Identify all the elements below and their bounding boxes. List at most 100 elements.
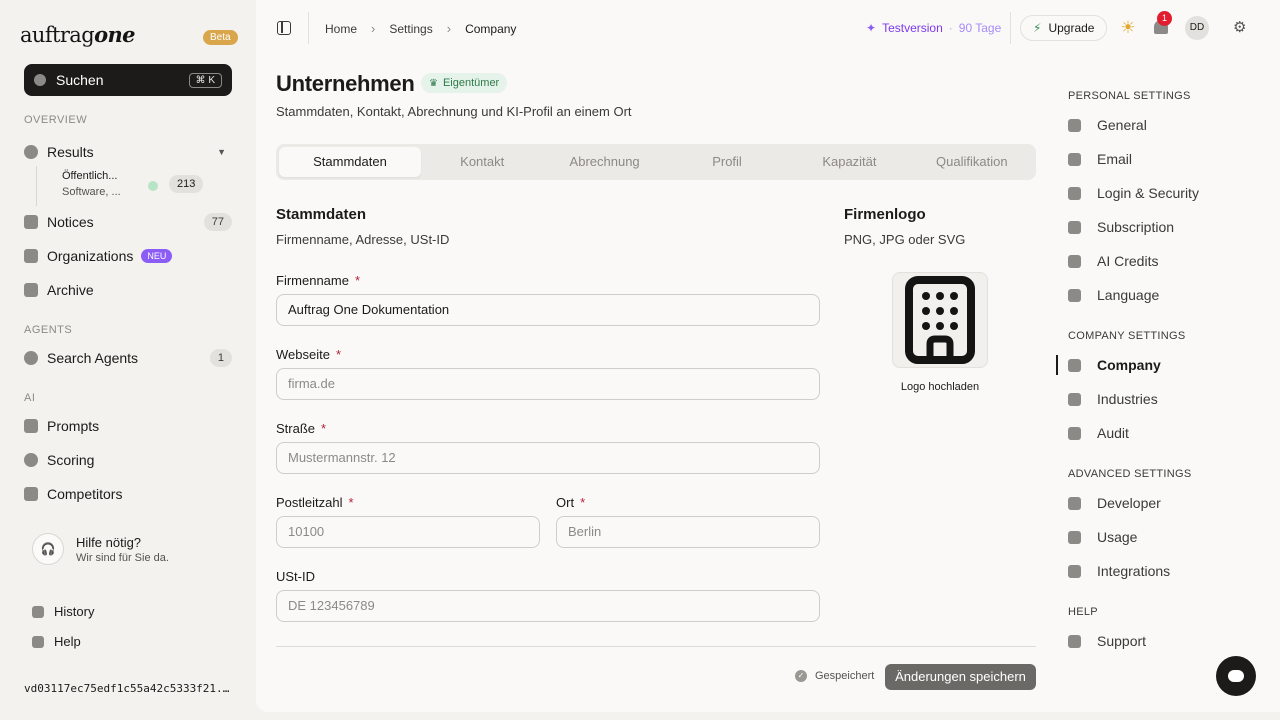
tab-kapazitaet[interactable]: Kapazität — [788, 147, 910, 177]
chat-button[interactable] — [1216, 656, 1256, 696]
trial-days: 90 Tage — [958, 21, 1002, 35]
sidebar-item-search-agents[interactable]: Search Agents 1 — [24, 345, 232, 371]
new-badge: NEU — [141, 249, 173, 263]
section-personal-settings: PERSONAL SETTINGS — [1068, 90, 1191, 102]
sidebar-subitem-result[interactable]: Öffentlich... Software, ... 213 — [36, 166, 232, 206]
tab-qualifikation[interactable]: Qualifikation — [911, 147, 1033, 177]
settings-item-audit[interactable]: Audit — [1068, 425, 1129, 441]
chip-icon — [24, 419, 38, 433]
sidebar-item-label: Archive — [47, 282, 94, 298]
subitem-subtitle: Software, ... — [62, 186, 121, 198]
company-name-label: Firmenname * — [276, 273, 361, 288]
city-label: Ort * — [556, 495, 586, 510]
lifebuoy-icon — [1068, 634, 1081, 648]
page-subtitle: Stammdaten, Kontakt, Abrechnung und KI-P… — [276, 104, 632, 119]
page-title: Unternehmen — [276, 71, 415, 96]
sidebar-item-label: Competitors — [47, 486, 123, 502]
tab-abrechnung[interactable]: Abrechnung — [543, 147, 665, 177]
breadcrumb-home[interactable]: Home — [325, 22, 357, 36]
street-input[interactable]: Mustermannstr. 12 — [276, 442, 820, 474]
trial-indicator[interactable]: ✦ Testversion · 90 Tage — [866, 21, 1001, 35]
tab-stammdaten[interactable]: Stammdaten — [279, 147, 421, 177]
gear-icon[interactable]: ⚙ — [1233, 19, 1246, 37]
active-indicator — [1056, 355, 1058, 375]
settings-item-general[interactable]: General — [1068, 117, 1147, 133]
divider — [276, 646, 1036, 647]
version-hash: vd03117ec75edf1c55a42c5333f21... — [24, 682, 234, 695]
sidebar-toggle-icon[interactable] — [277, 21, 291, 35]
topbar: Home › Settings › Company ✦ Testversion … — [256, 0, 1280, 56]
translate-icon — [1068, 288, 1081, 302]
beta-badge: Beta — [203, 30, 238, 45]
section-overview: OVERVIEW — [24, 114, 88, 126]
sun-icon[interactable]: ☀ — [1119, 19, 1137, 37]
sidebar-item-organizations[interactable]: Organizations NEU — [24, 243, 232, 269]
help-card[interactable]: 🎧 Hilfe nötig? Wir sind für Sie da. — [24, 526, 232, 572]
results-icon — [24, 145, 38, 159]
settings-item-ai-credits[interactable]: AI Credits — [1068, 253, 1158, 269]
settings-item-developer[interactable]: Developer — [1068, 495, 1161, 511]
settings-item-support[interactable]: Support — [1068, 633, 1146, 649]
crown-icon: ♛ — [429, 77, 438, 89]
tab-bar: Stammdaten Kontakt Abrechnung Profil Kap… — [276, 144, 1036, 180]
sidebar-item-competitors[interactable]: Competitors — [24, 481, 232, 507]
postal-input[interactable]: 10100 — [276, 516, 540, 548]
agent-icon — [24, 351, 38, 365]
chevron-down-icon[interactable]: ▼ — [217, 147, 226, 157]
user-icon — [1068, 118, 1081, 132]
building-icon — [905, 276, 975, 364]
main-panel: Home › Settings › Company ✦ Testversion … — [256, 0, 1280, 712]
sidebar-item-notices[interactable]: Notices 77 — [24, 209, 232, 235]
sidebar-item-label: History — [54, 604, 95, 619]
owner-badge: ♛ Eigentümer — [421, 73, 508, 93]
breadcrumb: Home › Settings › Company — [325, 21, 516, 36]
chat-bubble-icon — [1228, 670, 1244, 682]
sidebar-item-archive[interactable]: Archive — [24, 277, 232, 303]
search-label: Suchen — [56, 72, 104, 88]
avatar[interactable]: DD — [1185, 16, 1209, 40]
sidebar-item-prompts[interactable]: Prompts — [24, 413, 232, 439]
mail-icon — [1068, 152, 1081, 166]
subitem-count: 213 — [169, 175, 204, 193]
city-input[interactable]: Berlin — [556, 516, 820, 548]
save-changes-button[interactable]: Änderungen speichern — [885, 664, 1036, 690]
search-button[interactable]: Suchen ⌘ K — [24, 64, 232, 96]
website-input[interactable]: firma.de — [276, 368, 820, 400]
settings-item-email[interactable]: Email — [1068, 151, 1132, 167]
sidebar-item-history[interactable]: History — [32, 604, 94, 619]
tab-kontakt[interactable]: Kontakt — [421, 147, 543, 177]
brand-logo[interactable]: auftragone — [20, 22, 136, 47]
postal-label: Postleitzahl * — [276, 495, 354, 510]
breadcrumb-current: Company — [465, 21, 517, 36]
vat-input[interactable]: DE 123456789 — [276, 590, 820, 622]
settings-item-subscription[interactable]: Subscription — [1068, 219, 1174, 235]
sparkle-icon: ✦ — [866, 21, 877, 35]
shield-icon — [1068, 186, 1081, 200]
sidebar-item-scoring[interactable]: Scoring — [24, 447, 232, 473]
logo-dropzone[interactable] — [892, 272, 988, 368]
settings-item-login-security[interactable]: Login & Security — [1068, 185, 1199, 201]
upgrade-button[interactable]: ⚡ Upgrade — [1020, 15, 1108, 41]
sidebar-item-label: Organizations — [47, 248, 134, 264]
settings-item-language[interactable]: Language — [1068, 287, 1159, 303]
logo-upload-label[interactable]: Logo hochladen — [844, 381, 1036, 393]
sidebar-item-label: Results — [47, 144, 94, 160]
bolt-icon — [1068, 254, 1081, 268]
building-icon — [24, 249, 38, 263]
tab-profil[interactable]: Profil — [666, 147, 788, 177]
settings-item-usage[interactable]: Usage — [1068, 529, 1137, 545]
breadcrumb-settings[interactable]: Settings — [389, 22, 432, 36]
sidebar: auftragone Beta Suchen ⌘ K OVERVIEW Resu… — [0, 0, 256, 720]
notices-icon — [24, 215, 38, 229]
sidebar-item-results[interactable]: Results ▼ — [24, 139, 232, 165]
divider — [1010, 12, 1011, 44]
settings-item-company[interactable]: Company — [1068, 357, 1161, 373]
sidebar-item-help[interactable]: Help — [32, 634, 81, 649]
company-name-input[interactable]: Auftrag One Dokumentation — [276, 294, 820, 326]
settings-item-industries[interactable]: Industries — [1068, 391, 1158, 407]
section-title: Stammdaten — [276, 206, 367, 223]
bolt-icon: ⚡ — [1033, 21, 1042, 35]
search-shortcut: ⌘ K — [188, 72, 222, 88]
bell-icon — [148, 181, 158, 191]
settings-item-integrations[interactable]: Integrations — [1068, 563, 1170, 579]
